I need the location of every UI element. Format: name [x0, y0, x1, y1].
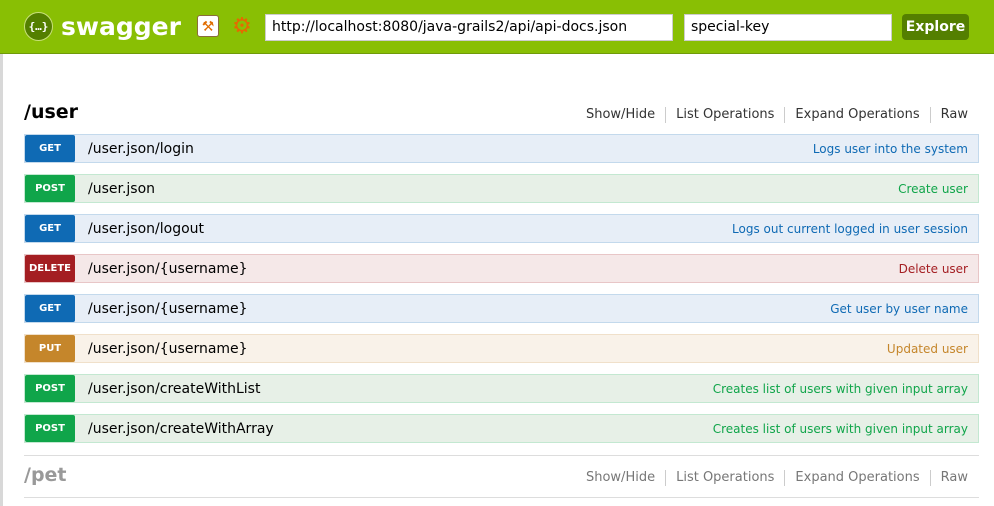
operation-path[interactable]: /user.json/createWithArray: [88, 421, 274, 437]
method-badge-get[interactable]: GET: [25, 135, 75, 162]
resource-divider: [24, 455, 979, 456]
operation-row[interactable]: GET /user.json/{username} Get user by us…: [24, 294, 979, 323]
show-hide-link[interactable]: Show/Hide: [576, 107, 667, 123]
operation-summary[interactable]: Creates list of users with given input a…: [713, 422, 968, 436]
raw-link[interactable]: Raw: [931, 107, 968, 123]
operation-row[interactable]: POST /user.json/createWithArray Creates …: [24, 414, 979, 443]
api-url-input[interactable]: http://localhost:8080/java-grails2/api/a…: [265, 14, 673, 41]
list-operations-link[interactable]: List Operations: [666, 107, 786, 123]
operation-summary[interactable]: Get user by user name: [830, 302, 968, 316]
show-hide-link[interactable]: Show/Hide: [576, 470, 667, 486]
resource-title-user[interactable]: /user: [24, 101, 78, 123]
method-badge-get[interactable]: GET: [25, 295, 75, 322]
operation-path[interactable]: /user.json/{username}: [88, 261, 248, 277]
method-badge-get[interactable]: GET: [25, 215, 75, 242]
expand-operations-link[interactable]: Expand Operations: [785, 470, 931, 486]
operation-path[interactable]: /user.json/logout: [88, 221, 204, 237]
swagger-logo[interactable]: {…} swagger: [24, 10, 181, 42]
method-badge-delete[interactable]: DELETE: [25, 255, 75, 282]
method-badge-put[interactable]: PUT: [25, 335, 75, 362]
operation-path[interactable]: /user.json/{username}: [88, 301, 248, 317]
swagger-logo-icon: {…}: [24, 11, 53, 41]
operation-summary[interactable]: Logs user into the system: [813, 142, 968, 156]
brand-name: swagger: [61, 11, 181, 41]
operation-path[interactable]: /user.json/login: [88, 141, 194, 157]
operation-row[interactable]: GET /user.json/login Logs user into the …: [24, 134, 979, 163]
operation-row[interactable]: POST /user.json Create user: [24, 174, 979, 203]
wrench-icon[interactable]: ⚒: [197, 15, 219, 37]
operation-summary[interactable]: Creates list of users with given input a…: [713, 382, 968, 396]
api-key-input[interactable]: special-key: [684, 14, 892, 41]
operation-summary[interactable]: Create user: [898, 182, 968, 196]
operation-summary[interactable]: Logs out current logged in user session: [732, 222, 968, 236]
operation-summary[interactable]: Updated user: [887, 342, 968, 356]
method-badge-post[interactable]: POST: [25, 175, 75, 202]
operation-path[interactable]: /user.json/{username}: [88, 341, 248, 357]
header-bar: {…} swagger ⚒ ⚙ http://localhost:8080/ja…: [0, 0, 994, 54]
resource-title-pet[interactable]: /pet: [24, 464, 67, 486]
left-edge-shadow: [0, 54, 3, 506]
list-operations-link[interactable]: List Operations: [666, 470, 786, 486]
resource-links-pet: Show/Hide List Operations Expand Operati…: [576, 470, 968, 486]
operation-row[interactable]: POST /user.json/createWithList Creates l…: [24, 374, 979, 403]
operation-path[interactable]: /user.json/createWithList: [88, 381, 260, 397]
operation-row[interactable]: GET /user.json/logout Logs out current l…: [24, 214, 979, 243]
method-badge-post[interactable]: POST: [25, 415, 75, 442]
raw-link[interactable]: Raw: [931, 470, 968, 486]
operation-row[interactable]: PUT /user.json/{username} Updated user: [24, 334, 979, 363]
method-badge-post[interactable]: POST: [25, 375, 75, 402]
resource-links-user: Show/Hide List Operations Expand Operati…: [576, 107, 968, 123]
expand-operations-link[interactable]: Expand Operations: [785, 107, 931, 123]
operation-row[interactable]: DELETE /user.json/{username} Delete user: [24, 254, 979, 283]
operation-path[interactable]: /user.json: [88, 181, 155, 197]
gear-icon[interactable]: ⚙: [231, 15, 253, 37]
resource-divider: [24, 497, 979, 498]
operation-summary[interactable]: Delete user: [899, 262, 968, 276]
explore-button[interactable]: Explore: [902, 14, 969, 40]
